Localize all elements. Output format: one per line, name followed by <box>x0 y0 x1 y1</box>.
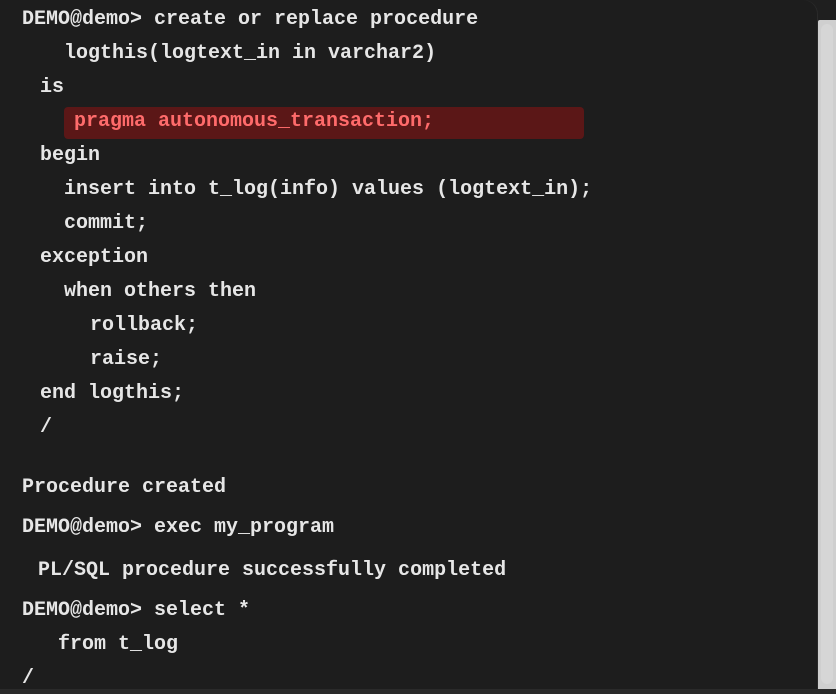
terminal-line-slash-1: / <box>28 416 53 439</box>
terminal-line-begin: begin <box>28 144 101 167</box>
scrollbar-thumb[interactable] <box>821 24 833 684</box>
terminal-line-rollback: rollback; <box>54 314 199 337</box>
terminal-line-signature: logthis(logtext_in in varchar2) <box>40 42 437 65</box>
terminal-line-insert: insert into t_log(info) values (logtext_… <box>40 178 593 201</box>
terminal-line-prompt-select: DEMO@demo> select * <box>22 599 251 622</box>
vertical-scrollbar[interactable] <box>818 20 836 689</box>
terminal-line-prompt-exec: DEMO@demo> exec my_program <box>22 516 335 539</box>
terminal-window: DEMO@demo> create or replace procedure l… <box>0 0 836 690</box>
terminal-line-prompt-1: DEMO@demo> create or replace procedure <box>22 8 479 31</box>
terminal-line-slash-2: / <box>22 667 35 690</box>
terminal-line-procedure-created: Procedure created <box>22 476 227 499</box>
terminal-line-pragma: pragma autonomous_transaction; <box>50 110 435 133</box>
terminal-line-is: is <box>28 76 65 99</box>
terminal-line-exception: exception <box>28 246 149 269</box>
terminal-output: DEMO@demo> create or replace procedure l… <box>0 0 818 690</box>
terminal-line-from: from t_log <box>34 633 179 656</box>
terminal-line-raise: raise; <box>54 348 163 371</box>
terminal-line-when-others: when others then <box>40 280 257 303</box>
terminal-line-plsql-complete: PL/SQL procedure successfully completed <box>26 559 507 582</box>
terminal-line-end: end logthis; <box>28 382 185 405</box>
terminal-line-commit: commit; <box>40 212 149 235</box>
